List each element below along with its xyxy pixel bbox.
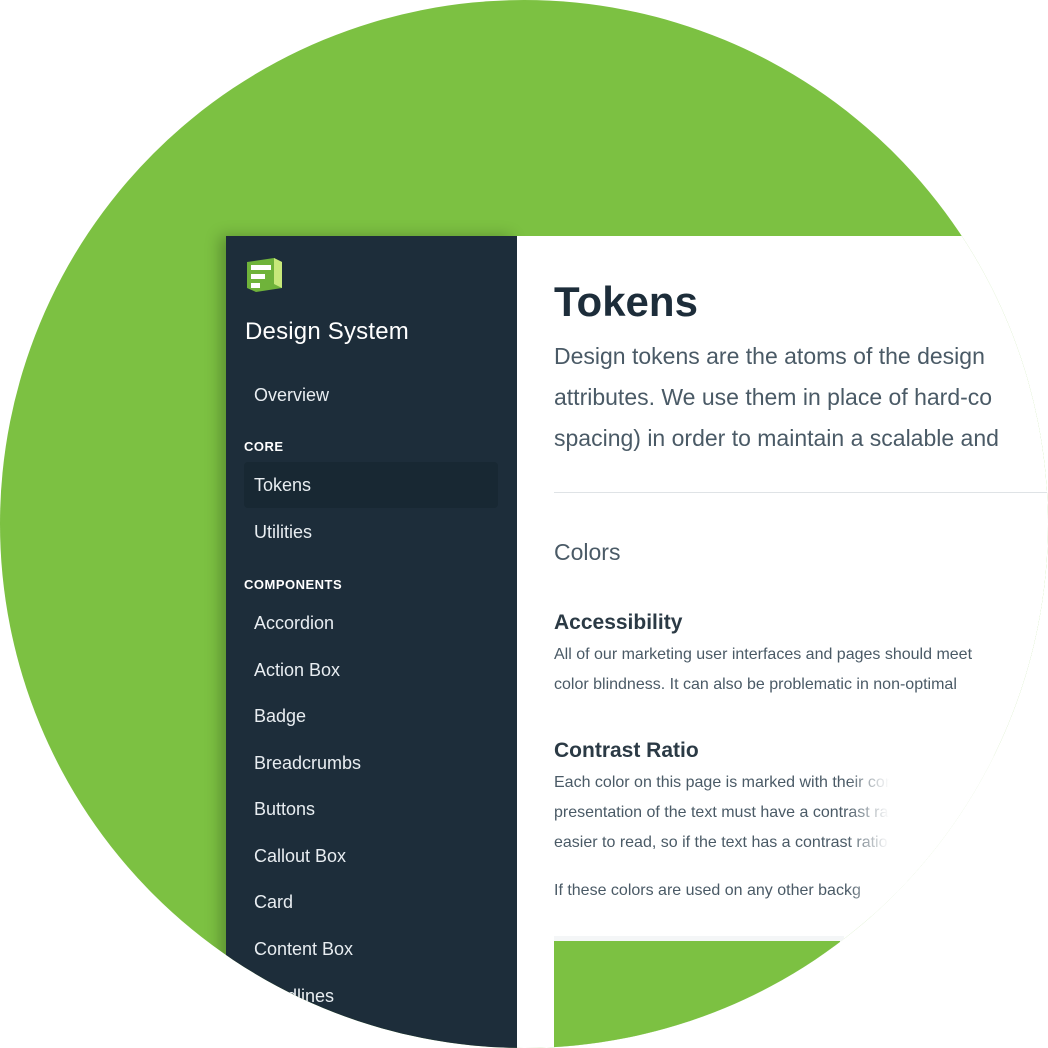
accessibility-heading: Accessibility (554, 611, 683, 634)
sidebar-item-tokens[interactable]: Tokens (244, 462, 498, 508)
sidebar: Design System Overview CORE Tokens Utili… (226, 236, 517, 1048)
accessibility-paragraph: All of our marketing user interfaces and… (554, 640, 1048, 700)
sidebar-item-action-box[interactable]: Action Box (244, 647, 498, 693)
sidebar-item-headlines[interactable]: Headlines (244, 973, 498, 1019)
sidebar-item-content-box[interactable]: Content Box (244, 926, 498, 972)
sidebar-item-buttons[interactable]: Buttons (244, 786, 498, 832)
paragraph-line: color blindness. It can also be problema… (554, 676, 957, 693)
sidebar-item-breadcrumbs[interactable]: Breadcrumbs (244, 740, 498, 786)
intro-line: spacing) in order to maintain a scalable… (554, 425, 999, 451)
content-fade (897, 756, 1048, 956)
intro-line: attributes. We use them in place of hard… (554, 384, 993, 410)
paragraph-line: All of our marketing user interfaces and… (554, 646, 973, 663)
screenshot-clip: Design System Overview CORE Tokens Utili… (0, 0, 1048, 1048)
divider (554, 492, 1048, 493)
section-label-components: COMPONENTS (244, 577, 343, 592)
color-swatch-green (554, 941, 840, 1048)
page-title: Tokens (554, 278, 698, 325)
sidebar-item-overview[interactable]: Overview (244, 372, 498, 418)
intro-line: Design tokens are the atoms of the desig… (554, 343, 985, 369)
colors-heading: Colors (554, 539, 621, 565)
sidebar-item-card[interactable]: Card (244, 879, 498, 925)
intro-paragraph: Design tokens are the atoms of the desig… (554, 336, 1048, 459)
brand-title: Design System (245, 318, 409, 345)
sidebar-item-callout-box[interactable]: Callout Box (244, 833, 498, 879)
logo-icon (247, 258, 282, 292)
sidebar-item-accordion[interactable]: Accordion (244, 600, 498, 646)
sidebar-item-utilities[interactable]: Utilities (244, 509, 498, 555)
sidebar-item-badge[interactable]: Badge (244, 693, 498, 739)
section-label-core: CORE (244, 439, 284, 454)
contrast-heading: Contrast Ratio (554, 739, 699, 762)
main-content: Tokens Design tokens are the atoms of th… (517, 236, 1048, 1048)
